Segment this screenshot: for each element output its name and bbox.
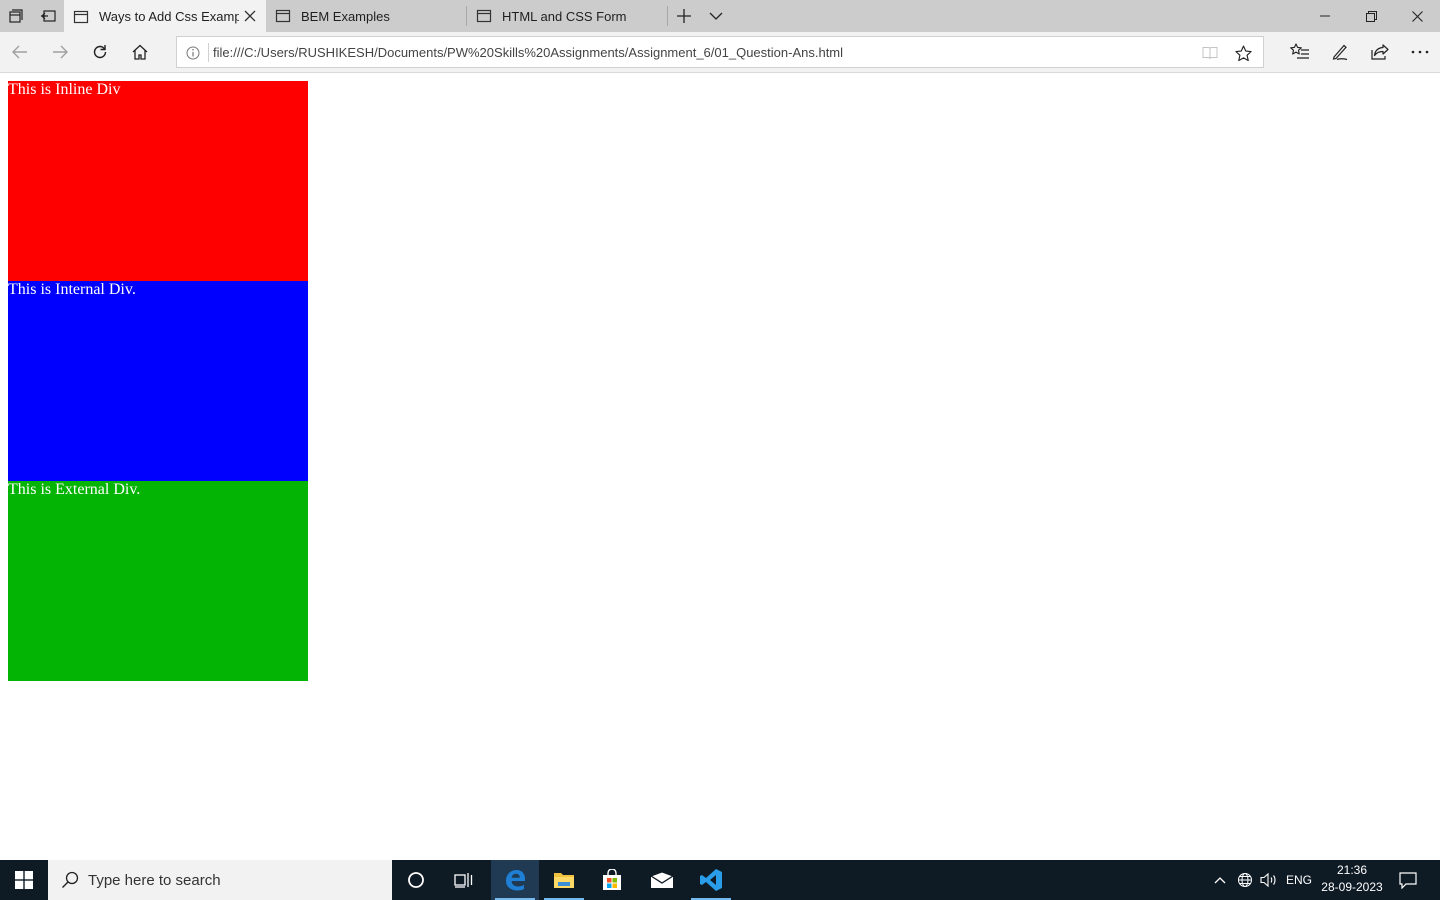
- search-icon: [60, 870, 80, 890]
- plus-icon[interactable]: [668, 0, 700, 32]
- restore-icon[interactable]: [1348, 0, 1394, 32]
- close-tab-icon[interactable]: [242, 8, 258, 24]
- file-explorer-icon[interactable]: [540, 860, 588, 900]
- windows-start-icon[interactable]: [0, 860, 48, 900]
- address-bar[interactable]: file:///C:/Users/RUSHIKESH/Documents/PW%…: [176, 36, 1264, 68]
- inline-div: This is Inline Div: [8, 81, 308, 281]
- edge-icon[interactable]: [491, 860, 539, 900]
- url-text[interactable]: file:///C:/Users/RUSHIKESH/Documents/PW%…: [213, 45, 843, 60]
- chevron-up-icon[interactable]: [1210, 860, 1230, 900]
- store-icon[interactable]: [588, 860, 636, 900]
- forward-arrow-icon[interactable]: [40, 32, 80, 72]
- close-icon[interactable]: [1394, 0, 1440, 32]
- url-separator: [208, 43, 209, 62]
- vscode-icon[interactable]: [687, 860, 735, 900]
- pen-icon[interactable]: [1320, 32, 1360, 72]
- page-viewport: This is Inline Div This is Internal Div.…: [0, 73, 1440, 860]
- navigation-bar: file:///C:/Users/RUSHIKESH/Documents/PW%…: [0, 32, 1440, 73]
- minimize-icon[interactable]: [1302, 0, 1348, 32]
- tab-actions-icon[interactable]: [0, 0, 32, 32]
- taskbar-search[interactable]: Type here to search: [48, 860, 392, 900]
- home-icon[interactable]: [120, 32, 160, 72]
- tab-html-css-form[interactable]: HTML and CSS Form: [467, 0, 667, 32]
- mail-icon[interactable]: [638, 860, 686, 900]
- favorites-list-icon[interactable]: [1280, 32, 1320, 72]
- back-arrow-icon[interactable]: [0, 32, 40, 72]
- volume-icon[interactable]: [1258, 860, 1280, 900]
- tab-bem-examples[interactable]: BEM Examples: [266, 0, 466, 32]
- external-div-text: This is External Div.: [8, 481, 141, 498]
- network-globe-icon[interactable]: [1234, 860, 1256, 900]
- language-indicator[interactable]: ENG: [1284, 860, 1314, 900]
- page-icon: [73, 10, 89, 23]
- tab-title: HTML and CSS Form: [502, 8, 627, 24]
- refresh-icon[interactable]: [80, 32, 120, 72]
- clock-date: 28-09-2023: [1321, 880, 1383, 894]
- tab-active[interactable]: Ways to Add Css Examp: [64, 0, 266, 33]
- clock[interactable]: 21:36 28-09-2023: [1318, 862, 1386, 898]
- cortana-icon[interactable]: [392, 860, 440, 900]
- favorite-star-icon[interactable]: [1233, 43, 1253, 63]
- internal-div: This is Internal Div.: [8, 281, 308, 481]
- chevron-down-icon[interactable]: [700, 0, 732, 32]
- tab-title: BEM Examples: [301, 8, 390, 24]
- tab-strip: Ways to Add Css Examp BEM Examples HTML …: [0, 0, 1440, 33]
- share-icon[interactable]: [1360, 32, 1400, 72]
- set-aside-tabs-icon[interactable]: [32, 0, 64, 32]
- page-icon: [275, 9, 291, 23]
- task-view-icon[interactable]: [440, 860, 488, 900]
- info-icon[interactable]: [185, 45, 201, 61]
- more-icon[interactable]: [1400, 32, 1440, 72]
- inline-div-text: This is Inline Div: [8, 81, 121, 98]
- internal-div-text: This is Internal Div.: [8, 281, 136, 298]
- tab-title: Ways to Add Css Examp: [99, 9, 239, 24]
- search-placeholder: Type here to search: [88, 871, 221, 889]
- taskbar: Type here to search ENG 21:36 28-09-2023: [0, 860, 1440, 900]
- clock-time: 21:36: [1336, 863, 1368, 877]
- notification-icon[interactable]: [1390, 860, 1426, 900]
- reading-view-icon[interactable]: [1201, 44, 1219, 62]
- page-icon: [476, 9, 492, 23]
- external-div: This is External Div.: [8, 481, 308, 681]
